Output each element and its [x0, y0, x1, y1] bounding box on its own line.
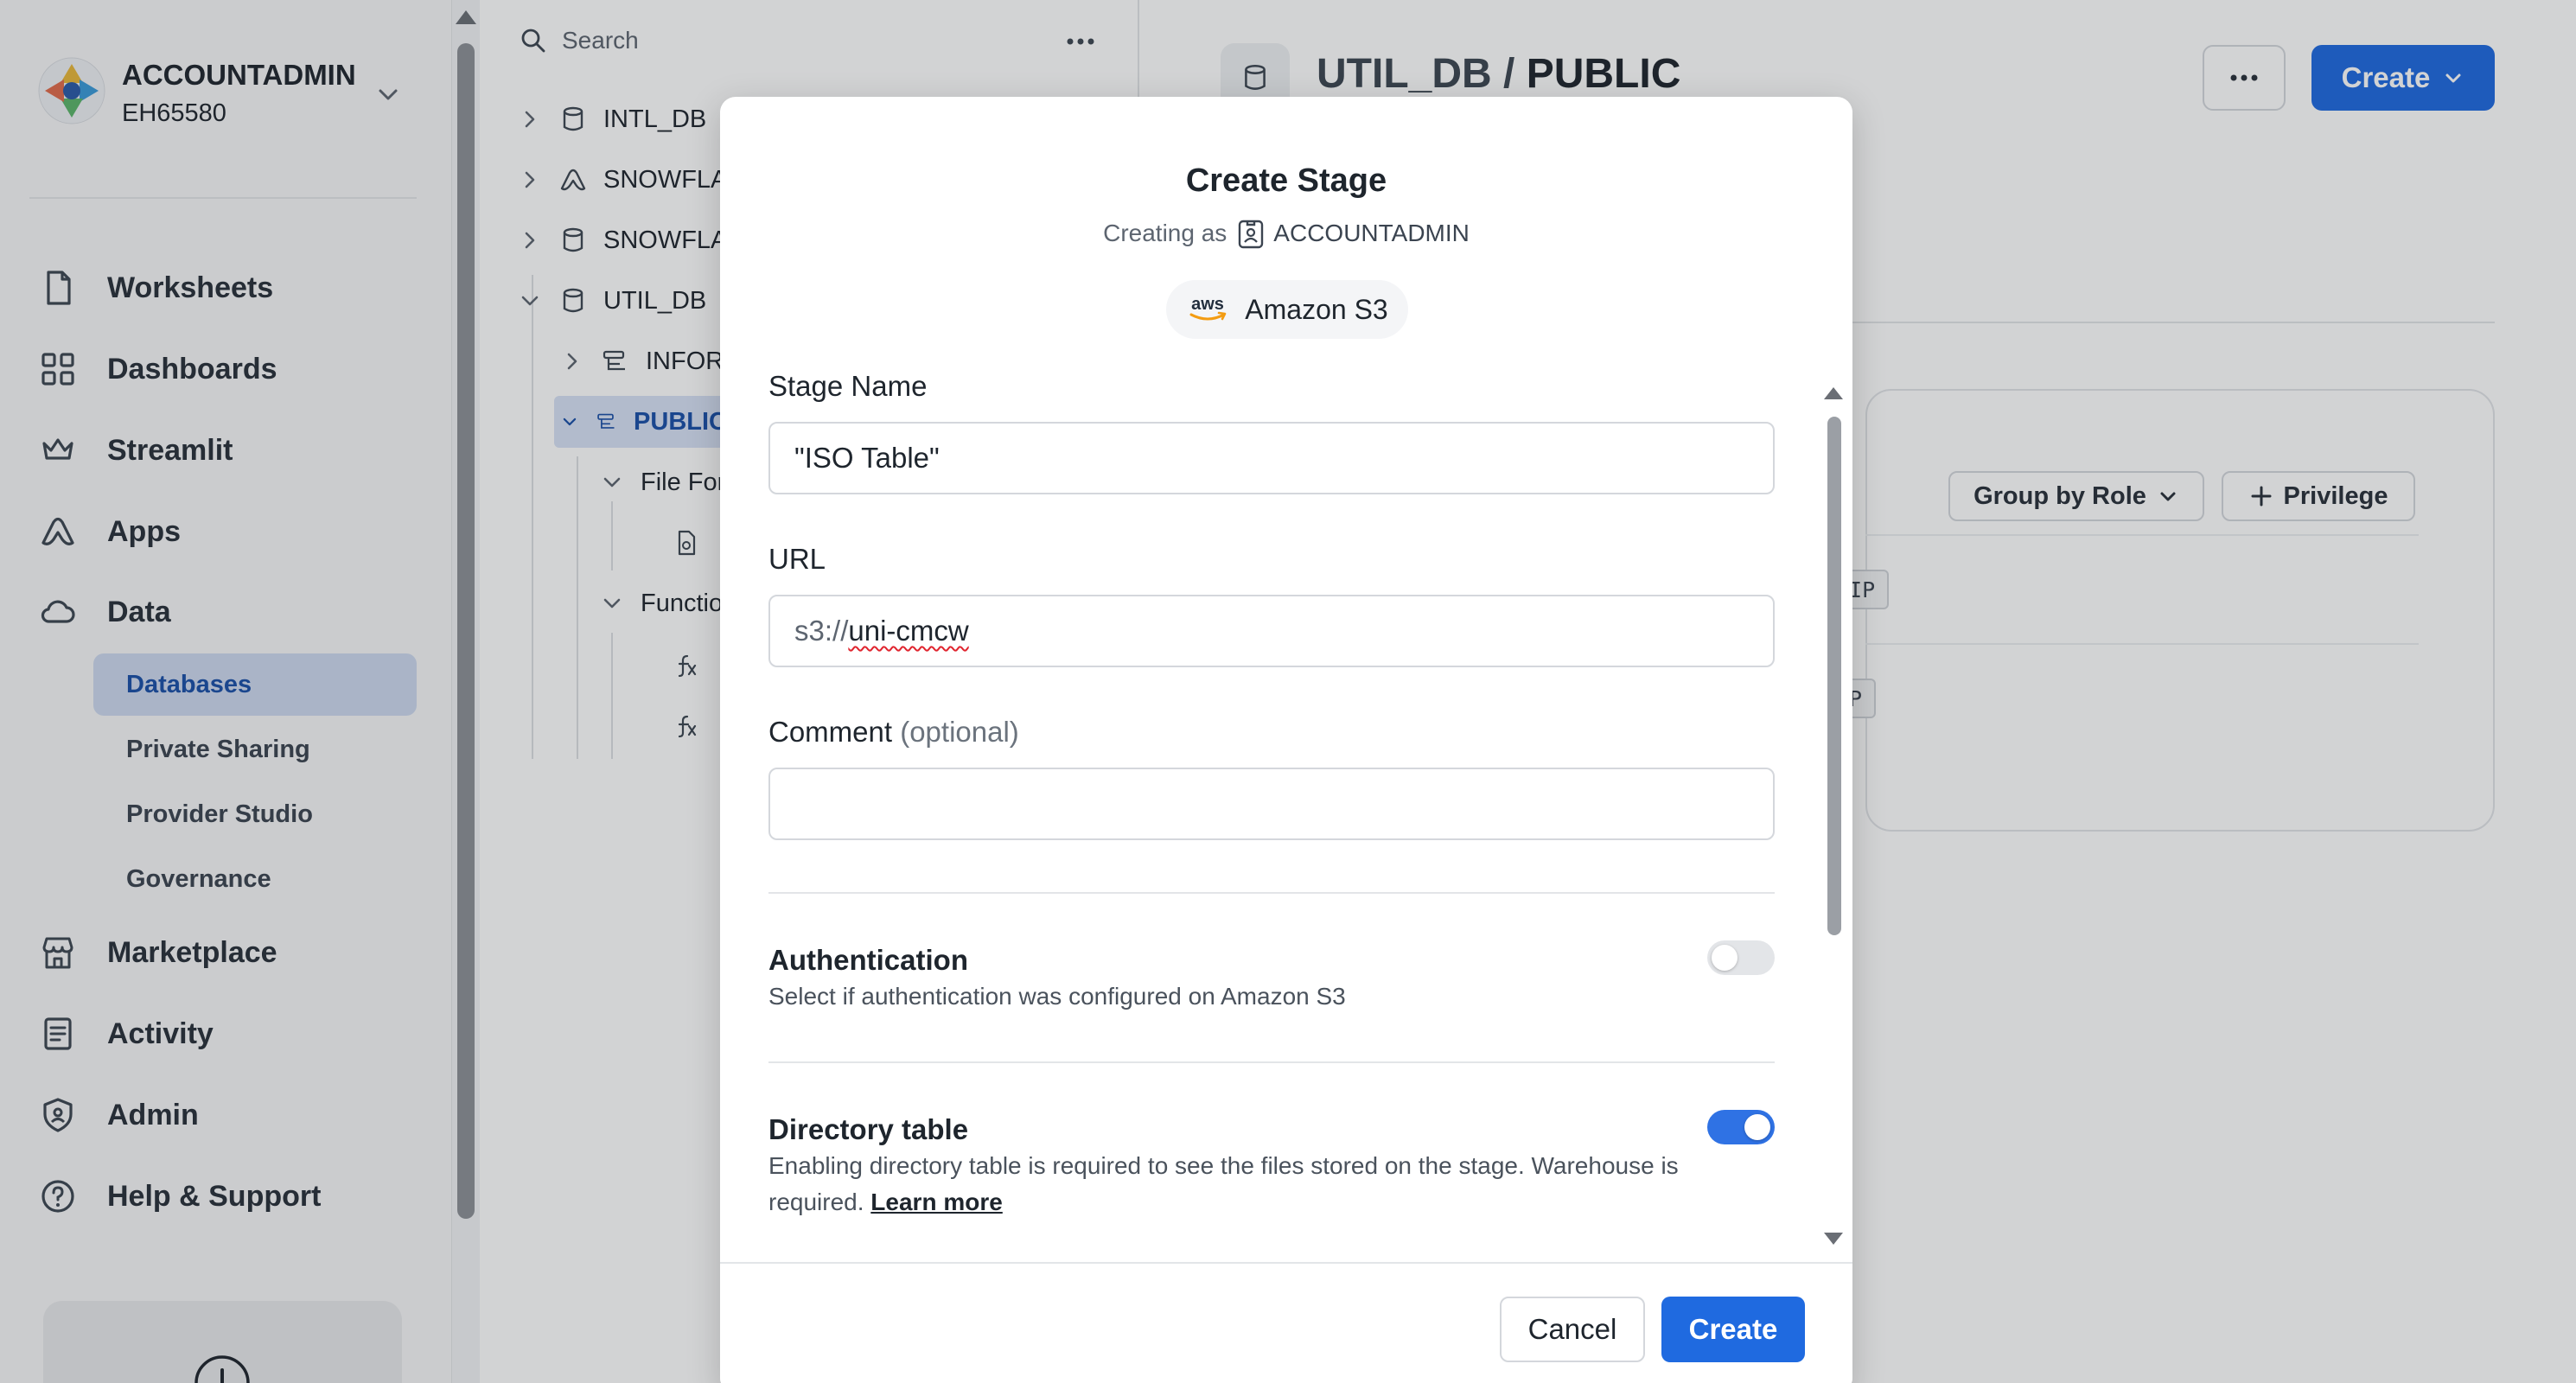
url-prefix: s3:// — [794, 615, 849, 647]
comment-label-text: Comment — [768, 716, 893, 748]
dialog-title: Create Stage — [1185, 163, 1387, 199]
dialog-scrollbar-thumb[interactable] — [1827, 417, 1841, 935]
creating-as-prefix: Creating as — [1103, 220, 1227, 246]
comment-label: Comment (optional) — [768, 716, 1019, 749]
role-badge-icon — [1239, 220, 1264, 249]
create-stage-dialog: Create Stage Creating as ACCOUNTADMIN aw… — [720, 97, 1852, 1383]
authentication-title: Authentication — [768, 944, 968, 976]
section-divider — [768, 1061, 1775, 1063]
creating-as: Creating as ACCOUNTADMIN — [720, 218, 1852, 249]
stage-name-label: Stage Name — [768, 370, 928, 402]
comment-input[interactable] — [768, 768, 1775, 840]
cancel-button[interactable]: Cancel — [1500, 1297, 1645, 1362]
authentication-description: Select if authentication was configured … — [768, 983, 1346, 1010]
aws-logo-text: aws — [1191, 295, 1224, 314]
stage-name-value: "ISO Table" — [794, 442, 940, 474]
provider-chip: aws Amazon S3 — [1166, 280, 1408, 339]
provider-label: Amazon S3 — [1245, 293, 1388, 325]
aws-icon: aws — [1189, 295, 1227, 321]
stage-name-input[interactable]: "ISO Table" — [768, 422, 1775, 494]
url-input[interactable]: s3://uni-cmcw — [768, 595, 1775, 667]
learn-more-link[interactable]: Learn more — [870, 1189, 1003, 1215]
scroll-down-icon[interactable] — [1824, 1233, 1843, 1245]
directory-table-description: Enabling directory table is required to … — [768, 1148, 1728, 1220]
directory-table-toggle[interactable] — [1707, 1110, 1775, 1144]
create-button[interactable]: Create — [1661, 1297, 1805, 1362]
authentication-toggle[interactable] — [1707, 940, 1775, 975]
dialog-footer: Cancel Create — [720, 1262, 1852, 1383]
toggle-knob — [1712, 945, 1738, 971]
url-label: URL — [768, 543, 826, 575]
url-value: uni-cmcw — [848, 615, 969, 647]
creating-as-role: ACCOUNTADMIN — [1273, 220, 1470, 246]
scroll-up-icon[interactable] — [1824, 387, 1843, 399]
comment-optional: (optional) — [900, 716, 1019, 748]
directory-table-title: Directory table — [768, 1113, 969, 1145]
toggle-knob — [1744, 1114, 1770, 1140]
section-divider — [768, 892, 1775, 894]
